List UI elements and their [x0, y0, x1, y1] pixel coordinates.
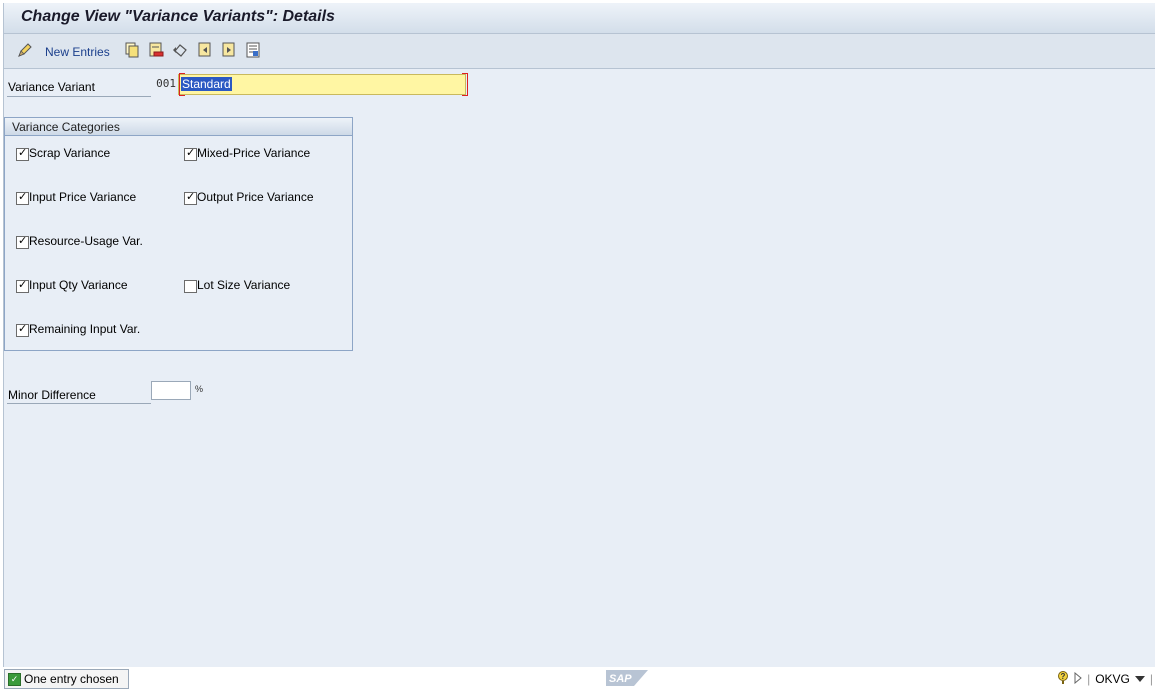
checkbox-label: Remaining Input Var. [29, 322, 141, 336]
status-text: One entry chosen [24, 672, 119, 686]
field-focus-bracket-left [179, 73, 185, 96]
minor-difference-label: Minor Difference [8, 388, 96, 402]
field-focus-bracket-right [462, 73, 468, 96]
group-title: Variance Categories [12, 120, 120, 134]
checkmark-icon: ✓ [18, 279, 28, 291]
checkbox-mixed-price-variance[interactable]: ✓ [184, 147, 197, 161]
transaction-code: OKVG [1095, 672, 1130, 686]
checkmark-icon: ✓ [18, 235, 28, 247]
separator: | [1087, 672, 1091, 686]
label-underline [7, 96, 151, 97]
checkbox-label: Output Price Variance [197, 190, 314, 204]
title-bar: Change View "Variance Variants": Details [4, 3, 1155, 34]
variable-list-icon[interactable] [245, 42, 261, 58]
checkbox-lot-size-variance[interactable] [184, 280, 197, 293]
sap-logo: SAP [606, 670, 648, 686]
undo-icon[interactable] [172, 42, 188, 58]
application-toolbar: New Entries [4, 34, 1155, 69]
previous-entry-icon[interactable] [197, 42, 213, 58]
label-underline [7, 403, 151, 404]
variance-variant-name-field[interactable]: Standard [178, 74, 466, 95]
checkbox-output-price-variance[interactable]: ✓ [184, 191, 197, 205]
checkmark-icon: ✓ [18, 323, 28, 335]
status-message[interactable]: ✓ One entry chosen [4, 669, 129, 689]
expand-status-icon[interactable] [1074, 671, 1082, 687]
checkbox-remaining-input-var[interactable]: ✓ [16, 323, 29, 337]
variance-variant-key: 001 [156, 77, 176, 90]
variance-variant-label: Variance Variant [8, 80, 95, 94]
svg-text:SAP: SAP [609, 673, 632, 685]
help-icon[interactable]: ? [1057, 670, 1069, 688]
system-info: ? | OKVG | [1057, 670, 1153, 688]
variance-variant-name-value[interactable]: Standard [181, 77, 232, 91]
checkmark-icon: ✓ [186, 147, 196, 159]
page-title: Change View "Variance Variants": Details [21, 8, 335, 25]
success-check-icon: ✓ [8, 673, 21, 686]
checkbox-input-price-variance[interactable]: ✓ [16, 191, 29, 205]
edit-toggle-icon[interactable] [17, 42, 33, 58]
copy-icon[interactable] [124, 42, 140, 58]
checkmark-icon: ✓ [186, 191, 196, 203]
delete-icon[interactable] [148, 42, 164, 58]
checkbox-input-qty-variance[interactable]: ✓ [16, 279, 29, 293]
group-header: Variance Categories [5, 118, 352, 136]
checkbox-scrap-variance[interactable]: ✓ [16, 147, 29, 161]
checkbox-label: Input Qty Variance [29, 278, 128, 292]
percent-unit: % [195, 384, 204, 394]
new-entries-button[interactable]: New Entries [45, 45, 110, 59]
svg-text:?: ? [1061, 672, 1066, 681]
status-bar: ✓ One entry chosen SAP ? | OKVG | [0, 667, 1155, 689]
checkbox-label: Scrap Variance [29, 146, 111, 160]
checkbox-label: Input Price Variance [29, 190, 137, 204]
checkbox-resource-usage-var[interactable]: ✓ [16, 235, 29, 249]
checkbox-label: Mixed-Price Variance [197, 146, 311, 160]
minor-difference-field[interactable] [151, 381, 191, 400]
checkmark-icon: ✓ [18, 191, 28, 203]
variance-categories-group: Variance Categories ✓ Scrap Variance ✓ M… [4, 117, 353, 351]
dropdown-arrow-icon[interactable] [1134, 672, 1145, 686]
checkmark-icon: ✓ [18, 147, 28, 159]
separator: | [1149, 672, 1153, 686]
checkbox-label: Lot Size Variance [197, 278, 291, 292]
checkbox-label: Resource-Usage Var. [29, 234, 143, 248]
next-entry-icon[interactable] [221, 42, 237, 58]
